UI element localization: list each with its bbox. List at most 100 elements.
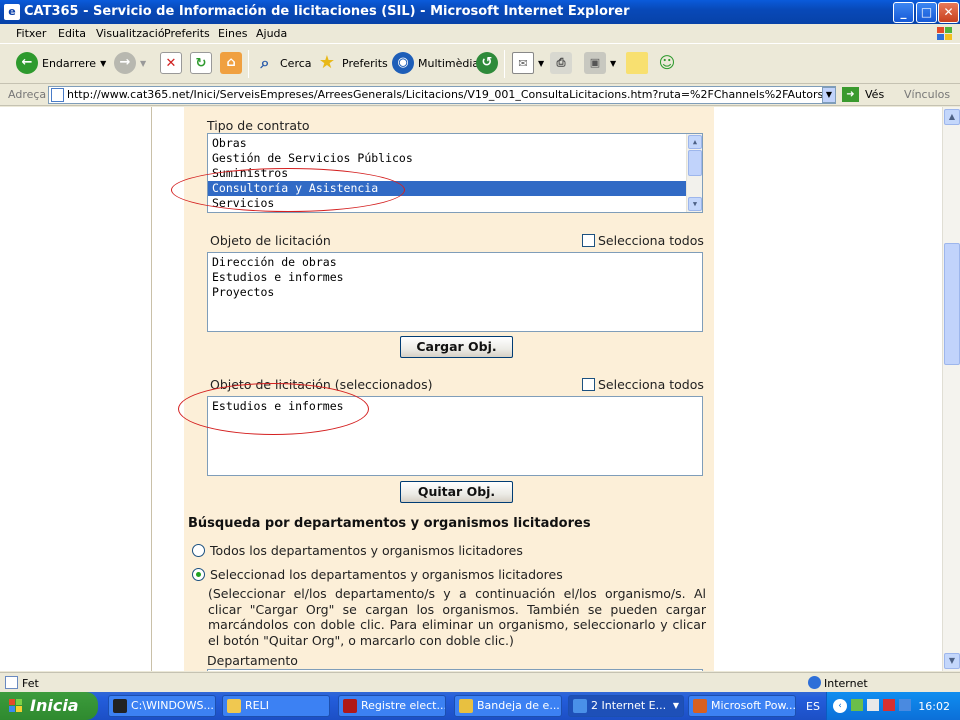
scroll-down-icon[interactable]: ▼	[688, 197, 702, 211]
links-label[interactable]: Vínculos	[904, 88, 950, 101]
mail-button[interactable]: ✉ ▼	[512, 52, 544, 74]
scroll-thumb[interactable]	[688, 150, 702, 176]
window-title: CAT365 - Servicio de Información de lici…	[24, 4, 630, 19]
tray-icon[interactable]	[867, 699, 879, 711]
tray-icon[interactable]	[899, 699, 911, 711]
edit-button[interactable]: ▣ ▼	[584, 52, 616, 74]
load-objects-button[interactable]: Cargar Obj.	[400, 336, 513, 358]
address-label: Adreça	[8, 88, 47, 101]
scroll-up-icon[interactable]: ▲	[944, 109, 960, 125]
right-pane	[714, 107, 942, 671]
star-icon: ★	[318, 52, 336, 73]
app-icon	[343, 699, 357, 713]
forward-arrow-icon: →	[114, 52, 136, 74]
go-button[interactable]: ➜ Vés	[842, 87, 884, 102]
menu-view[interactable]: Visualització	[96, 27, 165, 40]
address-dropdown-button[interactable]: ▼	[822, 87, 836, 103]
window-title-bar[interactable]: e CAT365 - Servicio de Información de li…	[0, 0, 960, 24]
messenger-button[interactable]: ☺	[656, 52, 678, 74]
tray-expand-icon[interactable]: ‹	[833, 699, 847, 713]
taskbar: Inicia C:\WINDOWS... RELI Registre elect…	[0, 692, 960, 720]
clock[interactable]: 16:02	[918, 700, 950, 713]
task-registre[interactable]: Registre elect...	[338, 695, 446, 717]
object-option[interactable]: Estudios e informes	[208, 270, 344, 285]
stop-button[interactable]: ✕	[160, 52, 182, 74]
forward-button[interactable]: → ▼	[114, 52, 146, 74]
task-folder[interactable]: RELI	[222, 695, 330, 717]
security-zone: Internet	[824, 677, 868, 690]
task-powerpoint[interactable]: Microsoft Pow...	[688, 695, 796, 717]
address-input[interactable]: http://www.cat365.net/Inici/ServeisEmpre…	[48, 86, 836, 104]
radio-checked-icon[interactable]	[192, 568, 205, 581]
tray-icon[interactable]	[851, 699, 863, 711]
radio-select-departments[interactable]: Seleccionad los departamentos y organism…	[192, 567, 563, 582]
messenger-icon: ☺	[658, 53, 676, 72]
checkbox-icon[interactable]	[582, 234, 595, 247]
search-button[interactable]: ⌕ Cerca	[254, 52, 312, 74]
page-scroll-thumb[interactable]	[944, 243, 960, 365]
task-internet-explorer[interactable]: 2 Internet E... ▼	[568, 695, 684, 717]
search-icon: ⌕	[260, 53, 270, 72]
minimize-button[interactable]: _	[893, 2, 914, 23]
menu-favorites[interactable]: Preferits	[164, 27, 210, 40]
task-cmd[interactable]: C:\WINDOWS...	[108, 695, 216, 717]
annotation-oval	[171, 168, 405, 212]
print-icon: ⎙	[550, 52, 572, 74]
object-listbox[interactable]: Dirección de obras Estudios e informes P…	[207, 252, 703, 332]
instructions-text: (Seleccionar el/los departamento/s y a c…	[208, 586, 706, 648]
radio-unchecked-icon[interactable]	[192, 544, 205, 557]
contract-listbox-scrollbar[interactable]: ▲ ▼	[686, 134, 702, 212]
menu-help[interactable]: Ajuda	[256, 27, 287, 40]
departments-section-title: Búsqueda por departamentos y organismos …	[188, 516, 591, 531]
task-outlook[interactable]: Bandeja de e...	[454, 695, 562, 717]
select-all-selected[interactable]: Selecciona todos	[582, 377, 704, 392]
department-listbox[interactable]	[207, 669, 703, 671]
annotation-oval	[178, 383, 369, 435]
media-button[interactable]: ◉ Multimèdia	[392, 52, 479, 74]
close-button[interactable]: ✕	[938, 2, 959, 23]
powerpoint-icon	[693, 699, 707, 713]
contract-option[interactable]: Obras	[208, 136, 686, 151]
toolbar: ← Endarrere ▼ → ▼ ✕ ↻ ⌂ ⌕ Cerca ★ Preferit…	[0, 44, 960, 84]
discuss-button[interactable]	[626, 52, 648, 74]
refresh-button[interactable]: ↻	[190, 52, 212, 74]
status-bar: Fet Internet	[0, 672, 960, 692]
department-label: Departamento	[207, 653, 298, 668]
internet-zone-icon	[808, 676, 821, 689]
left-pane	[0, 107, 152, 671]
radio-all-departments[interactable]: Todos los departamentos y organismos lic…	[192, 543, 523, 558]
select-all-objects[interactable]: Selecciona todos	[582, 233, 704, 248]
go-arrow-icon: ➜	[842, 87, 859, 102]
address-url: http://www.cat365.net/Inici/ServeisEmpre…	[67, 88, 835, 101]
folder-icon	[227, 699, 241, 713]
home-button[interactable]: ⌂	[220, 52, 242, 74]
system-tray: ‹ 16:02	[826, 692, 960, 720]
print-button[interactable]: ⎙	[550, 52, 572, 74]
scroll-up-icon[interactable]: ▲	[688, 135, 702, 149]
menu-bar: Fitxer Edita Visualització Preferits Ein…	[0, 24, 960, 44]
contract-option[interactable]: Gestión de Servicios Públicos	[208, 151, 686, 166]
tray-icon[interactable]	[883, 699, 895, 711]
start-button[interactable]: Inicia	[0, 692, 98, 720]
ie-icon	[573, 699, 587, 713]
back-button[interactable]: ← Endarrere ▼	[16, 52, 106, 74]
history-button[interactable]: ↺	[476, 52, 498, 74]
remove-objects-button[interactable]: Quitar Obj.	[400, 481, 513, 503]
object-option[interactable]: Proyectos	[208, 285, 344, 300]
refresh-icon: ↻	[190, 52, 212, 74]
language-indicator[interactable]: ES	[806, 700, 820, 713]
home-icon: ⌂	[220, 52, 242, 74]
menu-edit[interactable]: Edita	[58, 27, 86, 40]
windows-logo-icon	[937, 27, 952, 40]
favorites-button[interactable]: ★ Preferits	[316, 52, 388, 74]
page-scrollbar[interactable]: ▲ ▼	[942, 107, 960, 671]
menu-file[interactable]: Fitxer	[16, 27, 46, 40]
edit-page-icon: ▣	[584, 52, 606, 74]
page-icon	[51, 88, 64, 102]
menu-tools[interactable]: Eines	[218, 27, 247, 40]
scroll-down-icon[interactable]: ▼	[944, 653, 960, 669]
mail-icon: ✉	[512, 52, 534, 74]
object-option[interactable]: Dirección de obras	[208, 255, 344, 270]
maximize-button[interactable]: □	[916, 2, 937, 23]
checkbox-icon[interactable]	[582, 378, 595, 391]
